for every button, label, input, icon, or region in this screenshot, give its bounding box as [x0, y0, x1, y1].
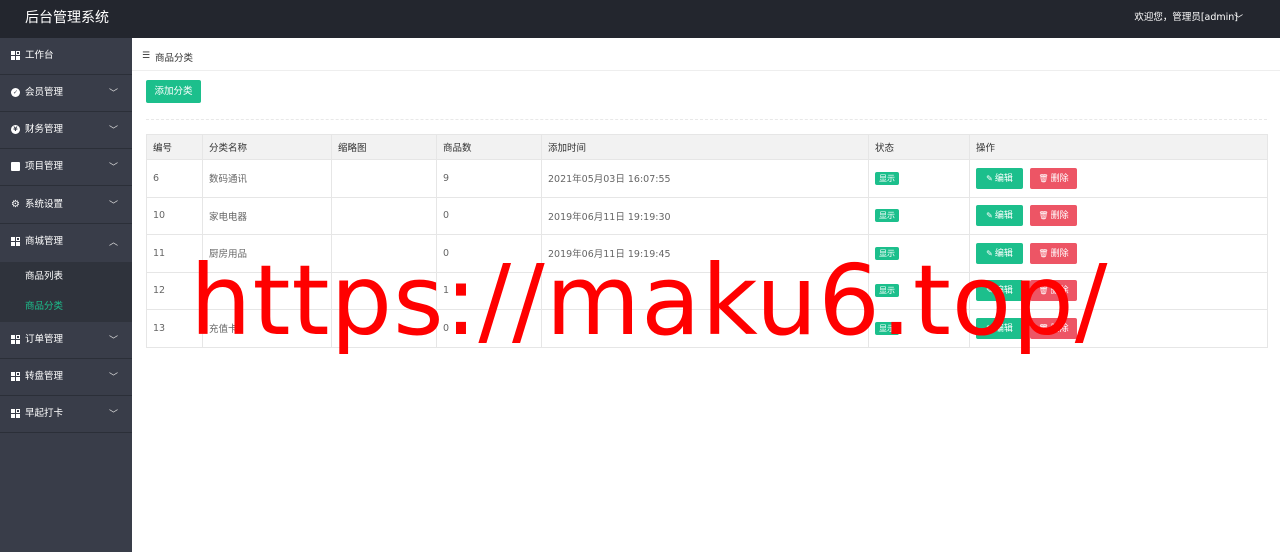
sidebar-item-label: 转盘管理: [25, 371, 64, 382]
add-category-button[interactable]: 添加分类: [146, 80, 201, 103]
sidebar-item-finance[interactable]: ¥ 财务管理 ﹀: [0, 112, 132, 149]
edit-label: 编辑: [994, 211, 1013, 222]
sidebar-item-checkin[interactable]: 早起打卡 ﹀: [0, 396, 132, 433]
sidebar-item-label: 商城管理: [25, 236, 64, 247]
grid-icon: [11, 409, 20, 418]
sidebar-item-label: 财务管理: [25, 124, 64, 135]
gear-icon: ⚙: [11, 199, 20, 210]
sidebar-submenu: 商品列表 商品分类: [0, 262, 132, 322]
sidebar-item-label: 订单管理: [25, 334, 64, 345]
status-badge: 显示: [875, 209, 899, 223]
table-row: 10 家电电器 0 2019年06月11日 19:19:30 显示 ✎ 编辑 🗑 删除: [146, 196, 1268, 235]
sidebar-item-label: 早起打卡: [25, 408, 64, 419]
document-icon: [11, 162, 20, 171]
sidebar-item-wheel[interactable]: 转盘管理 ﹀: [0, 359, 132, 396]
app-title: 后台管理系统: [25, 10, 109, 26]
sidebar-item-mall[interactable]: 商城管理 ︿: [0, 224, 132, 261]
sidebar: 工作台 ✓ 会员管理 ﹀ ¥ 财务管理 ﹀ 项目管理 ﹀ ⚙ 系统设置 ﹀ 商城…: [0, 38, 132, 552]
user-menu[interactable]: 欢迎您，管理员[admin]: [1134, 12, 1238, 24]
edit-button[interactable]: ✎ 编辑: [976, 167, 1023, 189]
delete-label: 删除: [1050, 173, 1069, 184]
sidebar-item-workbench[interactable]: 工作台: [0, 38, 132, 75]
delete-button[interactable]: 🗑 删除: [1030, 167, 1077, 189]
grid-icon: [11, 237, 20, 246]
divider: [146, 119, 1267, 120]
table-cell-thumb: [331, 196, 437, 235]
chevron-up-icon: ︿: [108, 238, 118, 248]
table-cell-count: 0: [436, 196, 542, 235]
edit-button[interactable]: ✎ 编辑: [976, 205, 1023, 227]
table-cell-name: 家电电器: [202, 196, 332, 235]
table-cell-thumb: [331, 159, 437, 198]
sidebar-item-label: 系统设置: [25, 199, 64, 210]
table-header-row: 编号 分类名称 缩略图 商品数 添加时间 状态 操作: [146, 134, 1268, 160]
table-cell-id: 10: [146, 196, 203, 235]
grid-icon: [11, 335, 20, 344]
grid-icon: [11, 372, 20, 381]
trash-icon: 🗑: [1038, 211, 1049, 221]
table-cell-status: 显示: [868, 196, 970, 235]
sidebar-item-settings[interactable]: ⚙ 系统设置 ﹀: [0, 187, 132, 224]
watermark-text: https://maku6.top/: [190, 244, 1109, 357]
table-row: 6 数码通讯 9 2021年05月03日 16:07:55 显示 ✎ 编辑 🗑 删除: [146, 159, 1268, 198]
table-cell-count: 9: [436, 159, 542, 198]
column-header: 商品数: [436, 134, 542, 160]
table-cell-id: 6: [146, 159, 203, 198]
table-cell-name: 数码通讯: [202, 159, 332, 198]
sidebar-item-members[interactable]: ✓ 会员管理 ﹀: [0, 75, 132, 112]
sidebar-subitem-product-list[interactable]: 商品列表: [25, 271, 63, 283]
chevron-down-icon: ﹀: [108, 201, 118, 211]
pencil-icon: ✎: [986, 211, 993, 221]
table-cell-actions: ✎ 编辑 🗑 删除: [969, 159, 1268, 198]
column-header: 添加时间: [541, 134, 869, 160]
sidebar-item-orders[interactable]: 订单管理 ﹀: [0, 322, 132, 359]
chevron-down-icon: ﹀: [108, 410, 118, 420]
chevron-down-icon: ﹀: [108, 336, 118, 346]
divider: [132, 70, 1280, 71]
chevron-down-icon: ﹀: [108, 163, 118, 173]
chevron-down-icon: ﹀: [108, 373, 118, 383]
column-header: 缩略图: [331, 134, 437, 160]
list-icon: ☰: [142, 51, 151, 61]
edit-label: 编辑: [994, 173, 1013, 184]
chevron-down-icon: ﹀: [108, 89, 118, 99]
column-header: 操作: [969, 134, 1268, 160]
table-cell-status: 显示: [868, 159, 970, 198]
breadcrumb: 商品分类: [155, 53, 194, 64]
table-cell-time: 2019年06月11日 19:19:30: [541, 196, 869, 235]
trash-icon: 🗑: [1038, 173, 1049, 183]
sidebar-item-label: 工作台: [25, 50, 54, 61]
check-circle-icon: ✓: [11, 88, 20, 97]
column-header: 分类名称: [202, 134, 332, 160]
delete-label: 删除: [1050, 211, 1069, 222]
table-cell-time: 2021年05月03日 16:07:55: [541, 159, 869, 198]
column-header: 状态: [868, 134, 970, 160]
status-badge: 显示: [875, 171, 899, 185]
sidebar-item-projects[interactable]: 项目管理 ﹀: [0, 149, 132, 186]
sidebar-item-label: 项目管理: [25, 161, 64, 172]
sidebar-subitem-product-category[interactable]: 商品分类: [25, 301, 63, 313]
top-bar: 后台管理系统 欢迎您，管理员[admin] ﹀: [0, 0, 1280, 38]
chevron-down-icon: ﹀: [108, 126, 118, 136]
pencil-icon: ✎: [986, 173, 993, 183]
column-header: 编号: [146, 134, 203, 160]
yen-circle-icon: ¥: [11, 125, 20, 134]
sidebar-item-label: 会员管理: [25, 87, 64, 98]
delete-button[interactable]: 🗑 删除: [1030, 205, 1077, 227]
grid-icon: [11, 51, 20, 60]
main-content: ☰ 商品分类 添加分类 编号 分类名称 缩略图 商品数 添加时间 状态 操作 6…: [132, 38, 1280, 552]
chevron-down-icon[interactable]: ﹀: [1234, 12, 1243, 25]
table-cell-actions: ✎ 编辑 🗑 删除: [969, 196, 1268, 235]
